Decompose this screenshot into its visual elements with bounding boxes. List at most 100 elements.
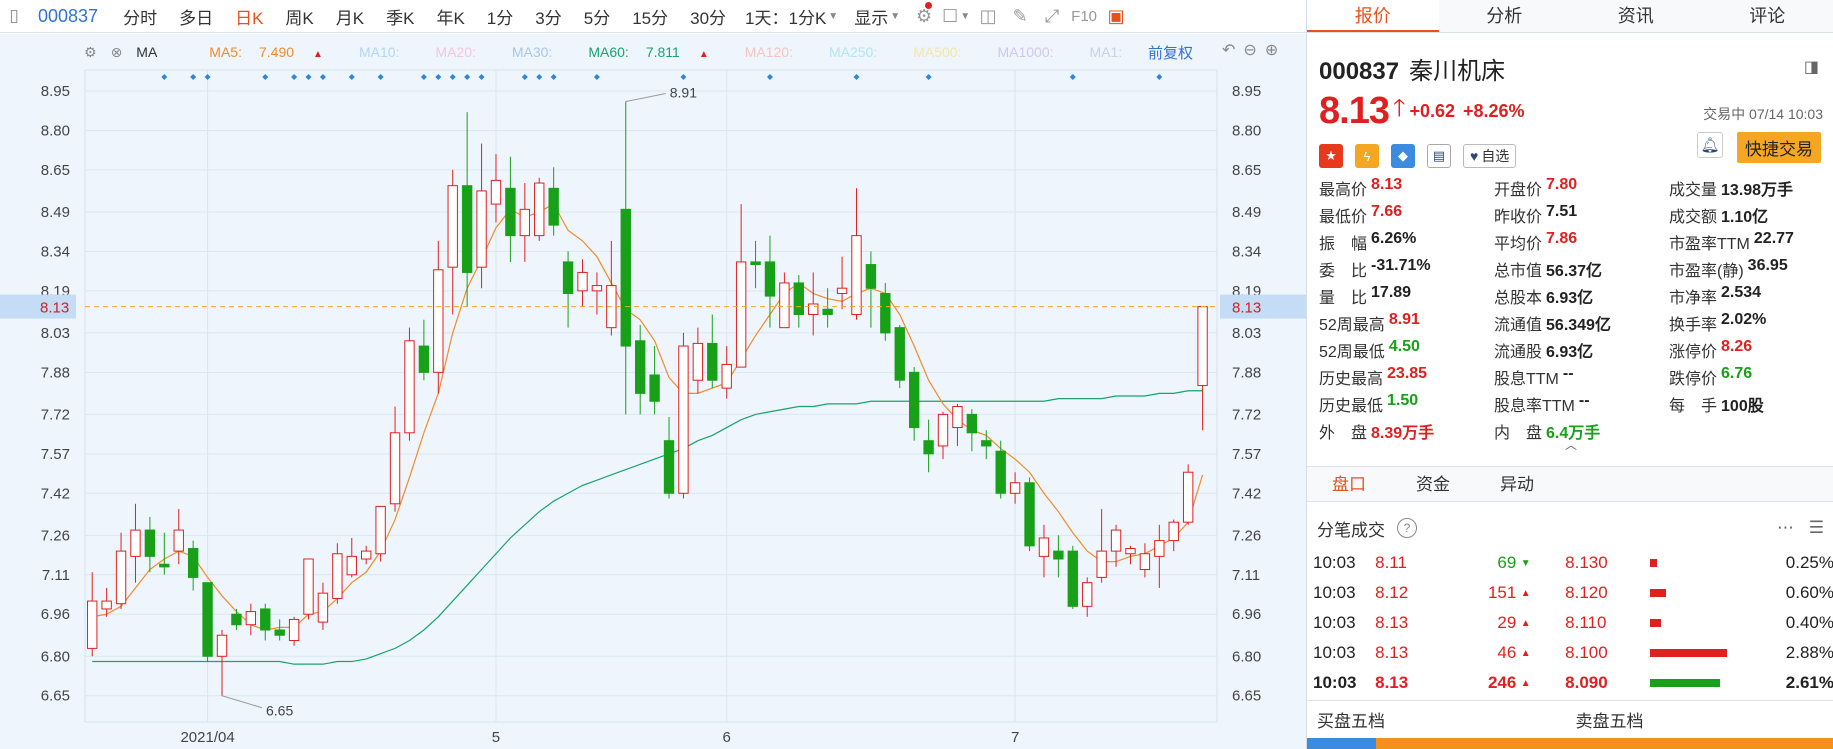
period-tab-7[interactable]: 1分 bbox=[476, 4, 524, 29]
min-annotation: 6.65 bbox=[266, 703, 293, 719]
quote-value: 2.02% bbox=[1721, 310, 1767, 328]
tag-icon[interactable]: ◆ bbox=[1391, 144, 1415, 168]
fullscreen-icon[interactable]: ⤢ bbox=[1036, 6, 1068, 27]
sub-tab-0[interactable]: 盘口 bbox=[1307, 467, 1391, 501]
candle-body bbox=[577, 271, 588, 292]
sub-tab-2[interactable]: 异动 bbox=[1475, 467, 1559, 501]
quote-value: 6.76 bbox=[1721, 364, 1753, 382]
ma-item-8[interactable]: MA500: bbox=[913, 44, 975, 60]
quote-cell: 股息TTM -- bbox=[1494, 365, 1669, 389]
list-icon[interactable]: ☰ bbox=[1809, 518, 1824, 538]
reset-icon[interactable]: ↶ bbox=[1222, 40, 1235, 60]
candle-body bbox=[1110, 529, 1122, 552]
level-price: 8.110 bbox=[1565, 613, 1607, 632]
display-select[interactable]: 显示 ▼ bbox=[846, 4, 908, 29]
candle-body bbox=[707, 342, 718, 381]
period-tab-6[interactable]: 年K bbox=[425, 4, 475, 29]
period-tab-8[interactable]: 3分 bbox=[524, 4, 572, 29]
quote-cell: 开盘价 7.80 bbox=[1494, 176, 1669, 200]
zoom-in-icon[interactable]: ⊕ bbox=[1265, 40, 1278, 60]
ma-item-0[interactable]: MA bbox=[136, 44, 171, 60]
range-select[interactable]: 1天：1分K ▼ bbox=[737, 4, 846, 29]
level-bar bbox=[1650, 619, 1744, 627]
panel-tab-1[interactable]: 分析 bbox=[1439, 0, 1571, 32]
ma-item-3[interactable]: MA20: bbox=[435, 44, 489, 60]
quote-row: 最低价 7.66 昨收价 7.51 成交额 1.10亿 bbox=[1319, 201, 1829, 228]
period-tab-5[interactable]: 季K bbox=[375, 4, 425, 29]
quote-row: 历史最高 23.85 股息TTM -- 跌停价 6.76 bbox=[1319, 363, 1829, 390]
tick-time: 10:03 bbox=[1313, 583, 1356, 602]
ma-item-10[interactable]: MA1: bbox=[1090, 44, 1137, 60]
y-tick-right: 8.80 bbox=[1232, 122, 1261, 139]
china-flag-icon[interactable]: ★ bbox=[1319, 144, 1343, 168]
more-icon[interactable]: ⋯ bbox=[1777, 518, 1794, 538]
pen-icon[interactable]: ✎ bbox=[1004, 6, 1036, 27]
tick-row: 10:03 8.13 246 ▲ 8.090 2.61% bbox=[1307, 668, 1833, 698]
candle-body bbox=[216, 634, 228, 657]
candle bbox=[202, 582, 213, 662]
ma-item-1[interactable]: MA5: 7.490 ▲ bbox=[209, 44, 337, 60]
chart-controls: ↶ ⊖ ⊕ bbox=[1222, 40, 1278, 60]
bell-icon[interactable]: 🔔︎ bbox=[1697, 132, 1723, 158]
candle bbox=[404, 327, 415, 441]
quote-cell: 换手率 2.02% bbox=[1669, 311, 1829, 335]
ma-item-6[interactable]: MA120: bbox=[745, 44, 807, 60]
ma-item-2[interactable]: MA10: bbox=[359, 44, 413, 60]
period-tab-4[interactable]: 月K bbox=[325, 4, 375, 29]
quote-label: 总市值 bbox=[1494, 262, 1543, 280]
sub-tab-1[interactable]: 资金 bbox=[1391, 467, 1475, 501]
close-icon[interactable]: ⊗ bbox=[111, 44, 123, 61]
period-tab-2[interactable]: 日K bbox=[224, 4, 274, 29]
bid-ratio-fill bbox=[1307, 738, 1376, 749]
kline-chart[interactable]: 8.958.808.658.498.348.198.037.887.727.57… bbox=[0, 34, 1306, 749]
gear-icon[interactable]: ⚙ bbox=[908, 6, 940, 27]
quote-value: 6.93亿 bbox=[1546, 343, 1594, 361]
bookmark-icon[interactable]: ▤ bbox=[1427, 144, 1451, 168]
quote-value: 22.77 bbox=[1753, 229, 1794, 247]
panel-toggle-icon[interactable]: ▣ bbox=[1100, 6, 1132, 27]
help-icon[interactable]: ? bbox=[1397, 518, 1417, 538]
quote-value: 7.86 bbox=[1546, 229, 1578, 247]
arrow-up-icon: ▲ bbox=[1520, 677, 1531, 689]
panel-tab-2[interactable]: 资讯 bbox=[1570, 0, 1702, 32]
quote-label: 换手率 bbox=[1669, 316, 1718, 334]
ma-item-4[interactable]: MA30: bbox=[512, 44, 566, 60]
price-tag-left-text: 8.13 bbox=[40, 300, 69, 317]
collapse-icon[interactable]: ◨ bbox=[1804, 57, 1819, 77]
f10-icon[interactable]: F10 bbox=[1068, 8, 1100, 25]
y-tick-right: 8.49 bbox=[1232, 204, 1261, 221]
sidebar-toggle-icon[interactable]: ▯ bbox=[0, 0, 28, 33]
y-tick-right: 8.65 bbox=[1232, 162, 1261, 179]
chevron-up-icon[interactable]: ︿ bbox=[1565, 436, 1577, 453]
ma-item-7[interactable]: MA250: bbox=[829, 44, 891, 60]
period-tab-9[interactable]: 5分 bbox=[573, 4, 621, 29]
camera-icon[interactable]: ◫ bbox=[972, 6, 1004, 27]
period-tab-3[interactable]: 周K bbox=[274, 4, 324, 29]
quick-trade-button[interactable]: 快捷交易 bbox=[1737, 132, 1821, 163]
kline-chart-area[interactable]: 8.95 8.80 8.65 8.49 8.34 8.19 8.03 7.88 7.72 7.57… bbox=[0, 34, 1306, 749]
quote-label: 52周最低 bbox=[1319, 343, 1385, 361]
fq-select[interactable]: 前复权 bbox=[1148, 42, 1193, 63]
ma-item-9[interactable]: MA1000: bbox=[997, 44, 1067, 60]
chevron-down-icon: ▼ bbox=[890, 10, 901, 22]
quote-cell: 内 盘 6.4万手 bbox=[1494, 419, 1669, 443]
quote-value: 56.349亿 bbox=[1546, 316, 1611, 334]
period-tab-10[interactable]: 15分 bbox=[621, 4, 679, 29]
draw-box-icon[interactable]: ☐ ▼ bbox=[940, 6, 972, 27]
add-watchlist-button[interactable]: ♥ 自选 bbox=[1463, 144, 1517, 168]
quote-label: 股息TTM bbox=[1494, 370, 1559, 388]
zoom-out-icon[interactable]: ⊖ bbox=[1243, 40, 1256, 60]
period-tab-0[interactable]: 分时 bbox=[112, 4, 168, 29]
tick-time: 10:03 bbox=[1313, 613, 1356, 632]
ma-item-5[interactable]: MA60: 7.811 ▲ bbox=[588, 44, 722, 60]
candle-body bbox=[1139, 553, 1151, 571]
panel-tab-3[interactable]: 评论 bbox=[1702, 0, 1833, 32]
quote-cell: 市盈率TTM 22.77 bbox=[1669, 230, 1829, 254]
period-tab-11[interactable]: 30分 bbox=[679, 4, 737, 29]
gear-icon[interactable]: ⚙ bbox=[84, 44, 97, 61]
panel-tab-0[interactable]: 报价 bbox=[1307, 0, 1439, 32]
ticks-header: 分笔成交 ? ⋯ ☰ bbox=[1317, 518, 1824, 540]
period-tab-1[interactable]: 多日 bbox=[168, 4, 224, 29]
candle-body bbox=[1154, 540, 1165, 557]
lightning-icon[interactable]: ϟ bbox=[1355, 144, 1379, 168]
